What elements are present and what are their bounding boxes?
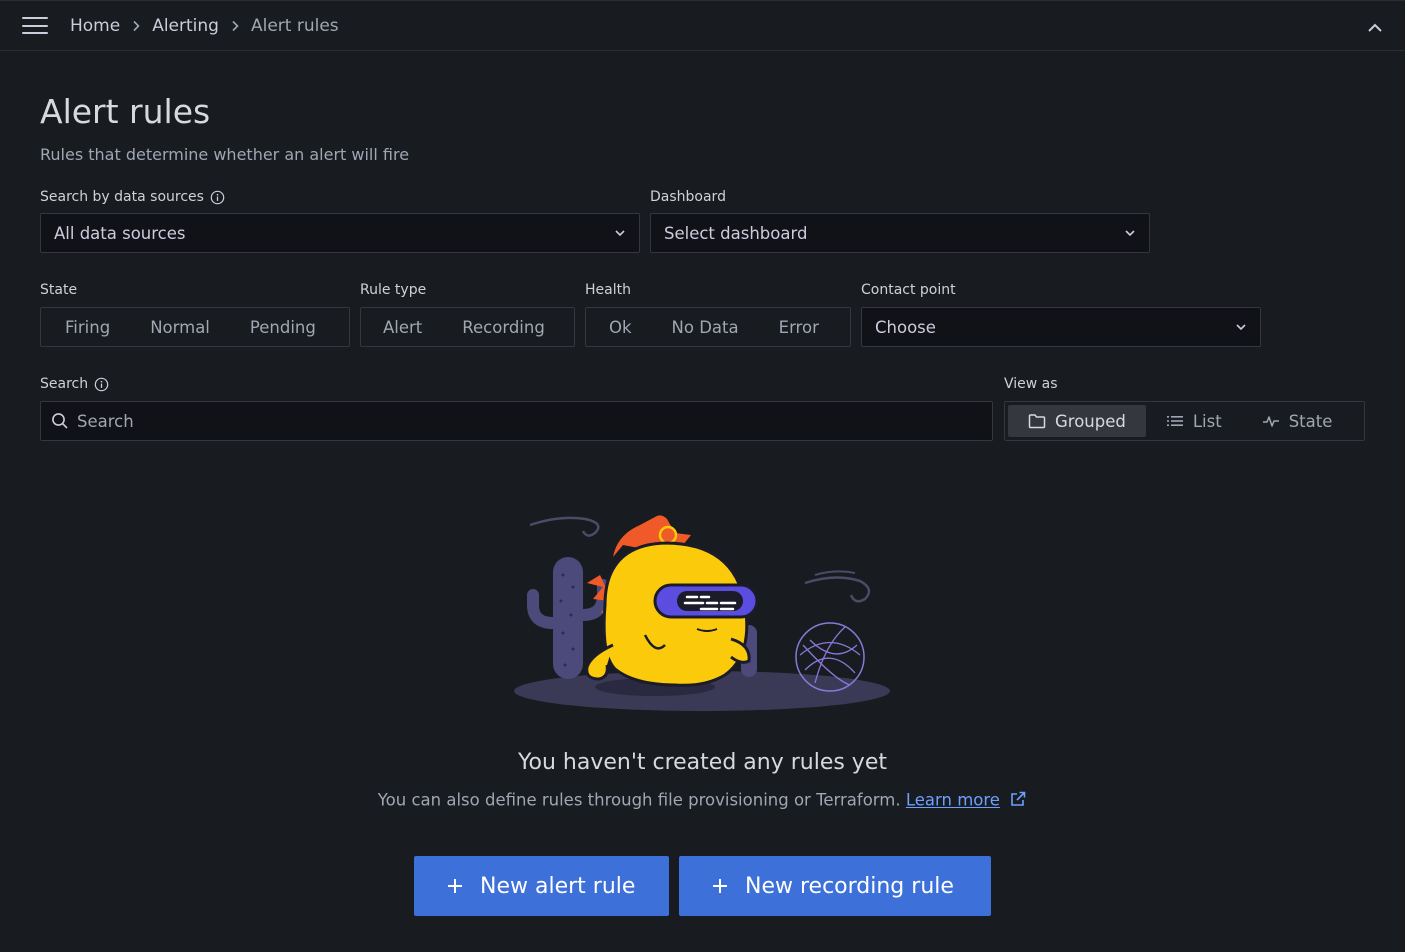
empty-state-description: You can also define rules through file p… — [377, 790, 901, 810]
contact-point-label: Contact point — [861, 282, 956, 298]
rule-type-alert[interactable]: Alert — [363, 318, 442, 337]
breadcrumb: Home Alerting Alert rules — [70, 16, 339, 36]
menu-icon[interactable] — [22, 17, 48, 35]
view-grouped-label: Grouped — [1055, 411, 1126, 431]
datasource-label: Search by data sources — [40, 189, 225, 205]
breadcrumb-alert-rules: Alert rules — [250, 16, 339, 36]
search-label-text: Search — [40, 376, 89, 392]
rule-type-label: Rule type — [360, 282, 427, 298]
new-alert-rule-button[interactable]: New alert rule — [414, 856, 669, 916]
health-filter: Ok No Data Error — [585, 307, 851, 347]
empty-state-text: You can also define rules through file p… — [0, 790, 1405, 812]
datasource-value: All data sources — [54, 223, 186, 243]
contact-point-select[interactable]: Choose — [861, 307, 1261, 347]
chevron-right-icon — [132, 20, 140, 32]
plus-icon — [446, 877, 464, 895]
rule-type-recording[interactable]: Recording — [442, 318, 565, 337]
search-label: Search — [40, 376, 109, 392]
external-link-icon[interactable] — [1009, 790, 1027, 812]
heartbeat-icon — [1262, 414, 1280, 428]
search-input[interactable] — [75, 410, 982, 432]
top-navbar: Home Alerting Alert rules — [0, 0, 1405, 51]
state-firing[interactable]: Firing — [45, 318, 130, 337]
empty-state-illustration — [514, 515, 890, 711]
rule-type-filter: Alert Recording — [360, 307, 575, 347]
state-normal[interactable]: Normal — [130, 318, 230, 337]
contact-point-value: Choose — [875, 317, 936, 337]
page-subtitle: Rules that determine whether an alert wi… — [40, 145, 410, 164]
breadcrumb-home[interactable]: Home — [70, 16, 120, 36]
datasource-select[interactable]: All data sources — [40, 213, 640, 253]
view-grouped-option[interactable]: Grouped — [1008, 405, 1146, 437]
state-label: State — [40, 282, 78, 298]
view-list-label: List — [1192, 411, 1222, 431]
dashboard-select[interactable]: Select dashboard — [650, 213, 1150, 253]
plus-icon — [711, 877, 729, 895]
state-filter: Firing Normal Pending — [40, 307, 350, 347]
chevron-down-icon — [1124, 229, 1136, 237]
view-state-label: State — [1288, 411, 1333, 431]
health-label: Health — [585, 282, 631, 298]
empty-state-title: You haven't created any rules yet — [517, 750, 887, 775]
health-error[interactable]: Error — [759, 318, 839, 337]
info-icon[interactable] — [94, 377, 109, 392]
chevron-down-icon — [614, 229, 626, 237]
breadcrumb-alerting[interactable]: Alerting — [152, 16, 219, 36]
search-box — [40, 401, 993, 441]
health-ok[interactable]: Ok — [589, 318, 652, 337]
chevron-right-icon — [231, 20, 239, 32]
search-icon — [51, 412, 69, 430]
page-title: Alert rules — [40, 92, 211, 131]
view-state-option[interactable]: State — [1242, 405, 1353, 437]
new-recording-rule-button[interactable]: New recording rule — [679, 856, 991, 916]
chevron-up-icon[interactable] — [1367, 19, 1383, 32]
view-list-option[interactable]: List — [1146, 405, 1242, 437]
state-pending[interactable]: Pending — [230, 318, 336, 337]
datasource-label-text: Search by data sources — [40, 189, 204, 205]
list-icon — [1166, 414, 1184, 428]
view-as-toggle: Grouped List State — [1004, 401, 1365, 441]
new-alert-rule-label: New alert rule — [480, 873, 636, 899]
dashboard-value: Select dashboard — [664, 223, 808, 243]
new-recording-rule-label: New recording rule — [745, 873, 954, 899]
health-no-data[interactable]: No Data — [652, 318, 759, 337]
learn-more-link[interactable]: Learn more — [906, 791, 1000, 810]
chevron-down-icon — [1235, 323, 1247, 331]
folder-icon — [1028, 413, 1046, 429]
view-as-label: View as — [1004, 376, 1058, 392]
info-icon[interactable] — [210, 190, 225, 205]
dashboard-label: Dashboard — [650, 189, 726, 205]
